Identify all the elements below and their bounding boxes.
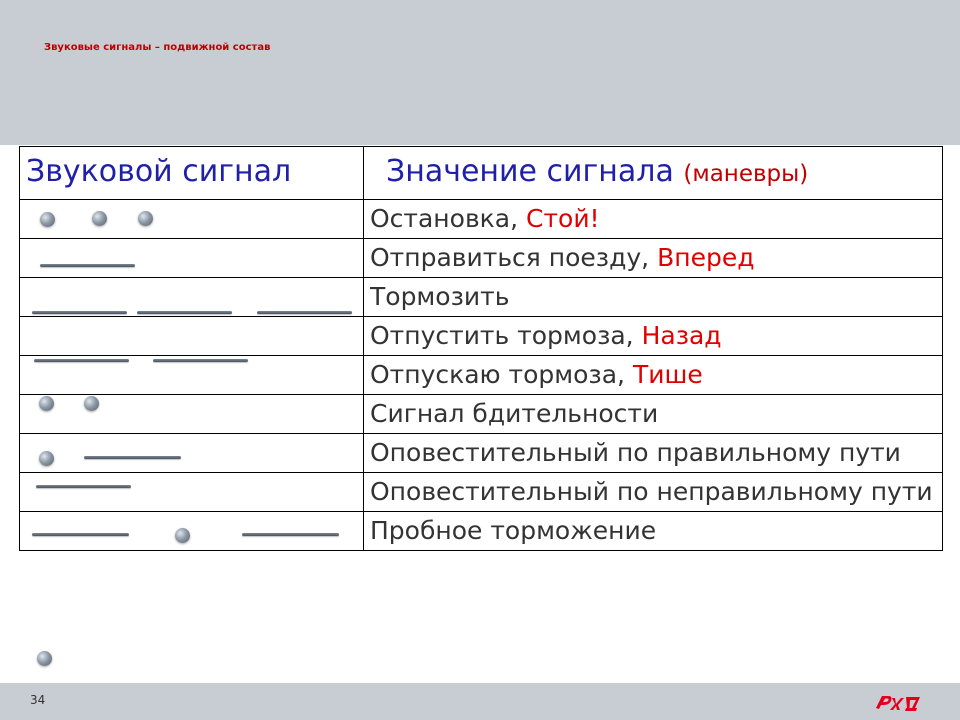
slide-footer-band (0, 683, 960, 720)
table-row: Отправиться поезду, Вперед (19, 238, 943, 278)
table-row: Пробное торможение (19, 511, 943, 551)
meaning-cell: Отпустить тормоза, Назад (363, 316, 943, 356)
meaning-cell: Отпускаю тормоза, Тише (363, 355, 943, 395)
long-signal-dash (137, 311, 232, 314)
short-signal-dot (39, 396, 54, 411)
signal-cell (19, 433, 364, 473)
meaning-cell: Тормозить (363, 277, 943, 317)
long-signal-dash (32, 533, 129, 536)
command-text: Тише (632, 360, 703, 389)
meaning-cell: Отправиться поезду, Вперед (363, 238, 943, 278)
page-number: 34 (30, 693, 46, 707)
long-signal-dash (32, 311, 127, 314)
table-row: Сигнал бдительности (19, 394, 943, 434)
signal-cell (19, 472, 364, 512)
slide-title: Звуковые сигналы – подвижной состав (44, 42, 271, 53)
short-signal-dot (39, 451, 54, 466)
short-signal-dot (175, 528, 190, 543)
long-signal-dash (34, 359, 129, 362)
col1-header: Звуковой сигнал (19, 146, 364, 200)
command-text: Вперед (657, 243, 755, 272)
meaning-cell: Оповестительный по правильному пути (363, 433, 943, 473)
signal-cell (19, 238, 364, 278)
table-row: Отпустить тормоза, Назад (19, 316, 943, 356)
command-text: Стой! (526, 204, 600, 233)
short-signal-dot (40, 212, 55, 227)
signal-cell (19, 394, 364, 434)
table-header-row: Звуковой сигнал Значение сигнала (маневр… (19, 146, 943, 200)
table-row: Оповестительный по неправильному пути (19, 472, 943, 512)
meaning-cell: Остановка, Стой! (363, 199, 943, 239)
meaning-cell: Сигнал бдительности (363, 394, 943, 434)
long-signal-dash (84, 456, 181, 459)
short-signal-dot (138, 211, 153, 226)
meaning-cell: Пробное торможение (363, 511, 943, 551)
table-row: Тормозить (19, 277, 943, 317)
long-signal-dash (242, 533, 339, 536)
rzd-logo-icon (876, 696, 920, 711)
table-row: Оповестительный по правильному пути (19, 433, 943, 473)
command-text: Назад (641, 321, 722, 350)
long-signal-dash (153, 359, 248, 362)
short-signal-dot (84, 396, 99, 411)
signal-cell (19, 199, 364, 239)
col2-header-note: (маневры) (683, 161, 809, 187)
col2-header: Значение сигнала (маневры) (363, 146, 943, 200)
signal-cell (19, 277, 364, 317)
signal-table: Звуковой сигнал Значение сигнала (маневр… (19, 146, 943, 551)
signal-cell (19, 316, 364, 356)
short-signal-dot (92, 211, 107, 226)
meaning-cell: Оповестительный по неправильному пути (363, 472, 943, 512)
table-row: Остановка, Стой! (19, 199, 943, 239)
signal-cell (19, 511, 364, 551)
long-signal-dash (257, 311, 352, 314)
table-row: Отпускаю тормоза, Тише (19, 355, 943, 395)
short-signal-dot (37, 651, 52, 666)
long-signal-dash (36, 485, 131, 488)
signal-cell (19, 355, 364, 395)
slide-header-band: Звуковые сигналы – подвижной состав (0, 0, 960, 145)
long-signal-dash (40, 264, 135, 267)
